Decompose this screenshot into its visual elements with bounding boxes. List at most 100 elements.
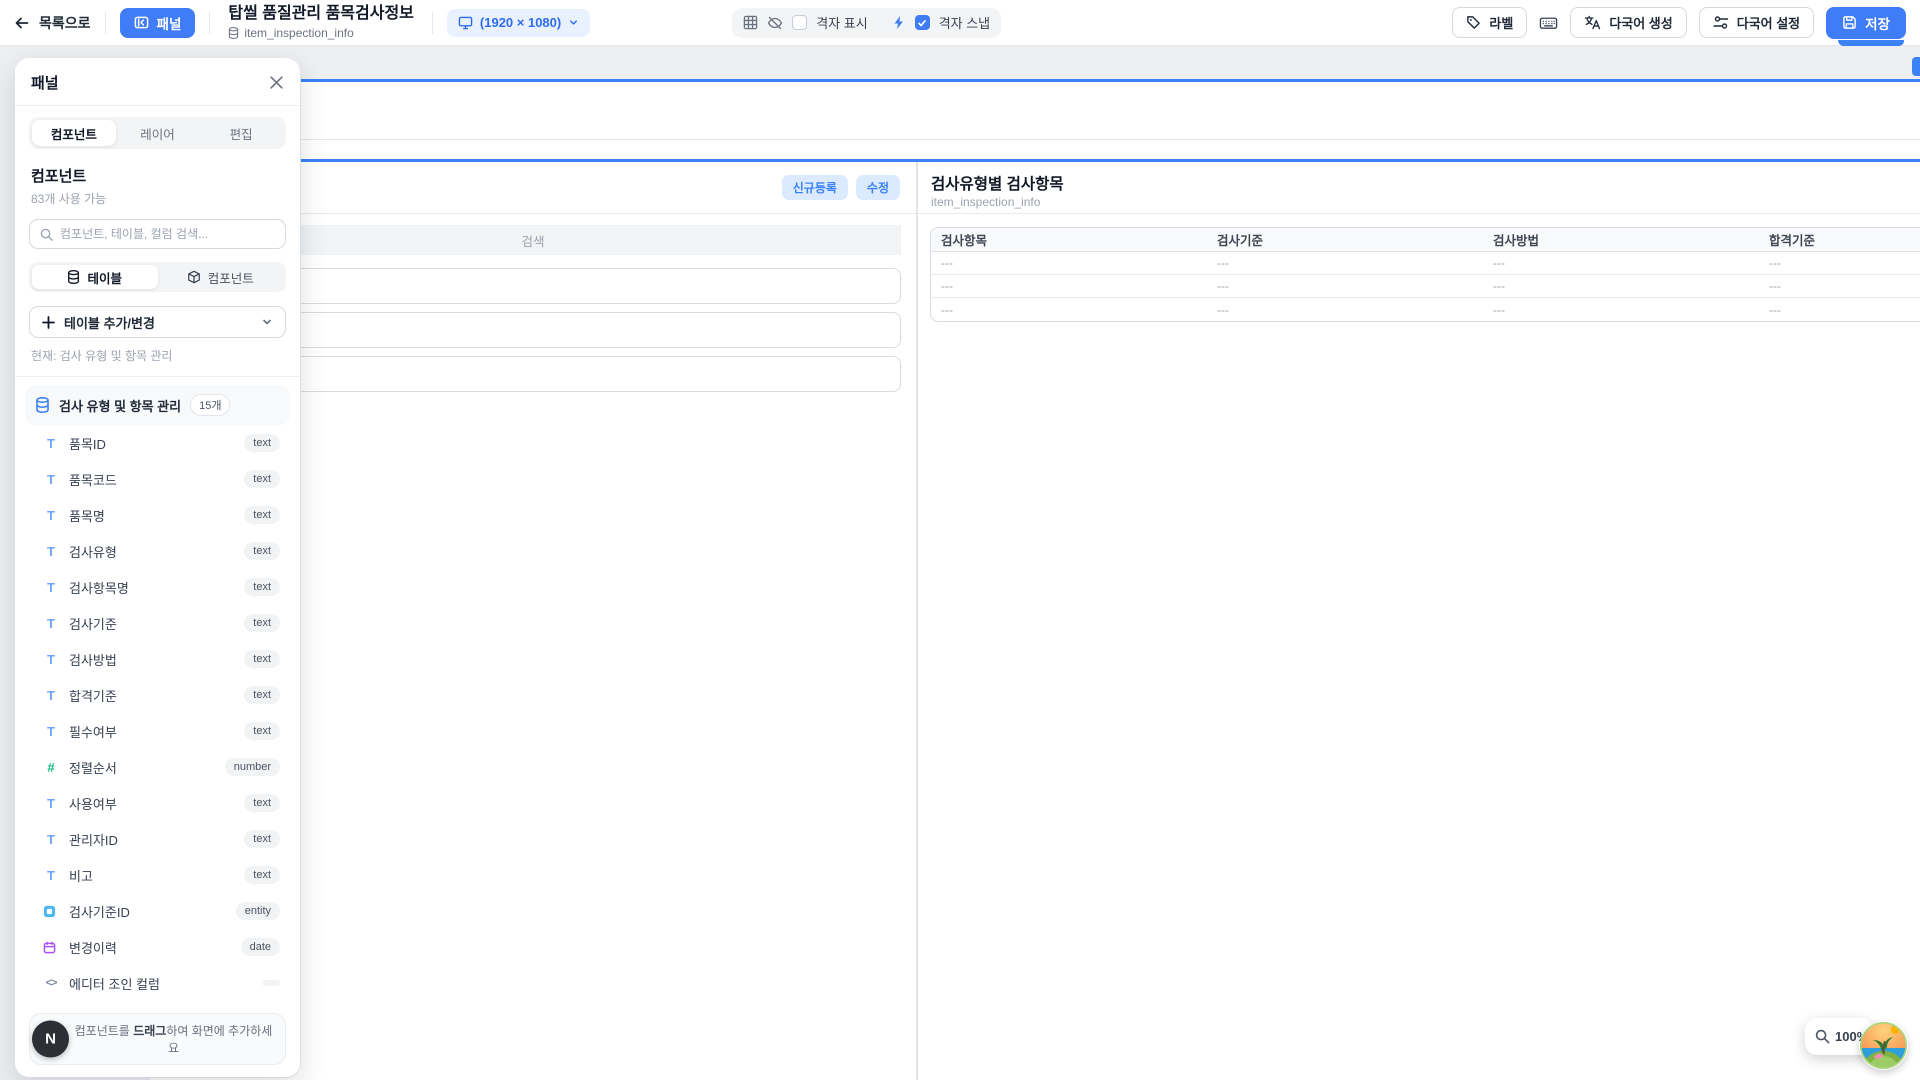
- grid-controls: 격자 표시 격자 스냅: [732, 8, 1001, 38]
- table-row: --- --- --- ---: [931, 275, 1920, 298]
- tab-layers[interactable]: 레이어: [116, 120, 200, 146]
- text-type-icon: T: [43, 580, 59, 595]
- text-type-icon: T: [43, 616, 59, 631]
- components-count: 83개 사용 가능: [31, 190, 284, 207]
- keyboard-shortcuts-button[interactable]: [1539, 15, 1558, 31]
- screen-spacer-band[interactable]: [150, 140, 1920, 159]
- divider: [432, 12, 433, 34]
- text-type-icon: T: [43, 688, 59, 703]
- text-type-icon: T: [43, 652, 59, 667]
- text-type-icon: T: [43, 724, 59, 739]
- eye-off-icon: [767, 15, 783, 31]
- search-input[interactable]: [60, 227, 275, 241]
- i18n-generate-button[interactable]: 다국어 생성: [1570, 7, 1686, 38]
- component-panel: 패널 컴포넌트 레이어 편집 컴포넌트 83개 사용 가능 테이블 컴포넌트: [15, 58, 300, 1077]
- keyboard-icon: [1539, 15, 1558, 31]
- column-item[interactable]: T비고text: [25, 857, 290, 893]
- i18n-settings-button[interactable]: 다국어 설정: [1699, 7, 1814, 38]
- join-type-icon: <>: [43, 977, 59, 989]
- designed-screen[interactable]: 신규등록 수정 검색 검사유형별 검사항목 item_inspection_in…: [150, 79, 1920, 1080]
- selection-handle-right[interactable]: [1912, 57, 1920, 76]
- panel-title: 패널: [31, 72, 59, 93]
- chevron-down-icon: [261, 316, 273, 328]
- text-type-icon: T: [43, 436, 59, 451]
- toolbar: 목록으로 패널 탑씰 품질관리 품목검사정보 item_inspection_i…: [0, 0, 1920, 46]
- detail-section[interactable]: 검사유형별 검사항목 item_inspection_info 검사항목 검사기…: [918, 162, 1920, 1080]
- close-icon[interactable]: [269, 75, 284, 90]
- text-type-icon: T: [43, 472, 59, 487]
- grid-show-checkbox[interactable]: [792, 15, 807, 30]
- chevron-down-icon: [568, 17, 579, 28]
- type-badge: text: [244, 434, 280, 452]
- screen-header-band[interactable]: [150, 82, 1920, 140]
- grid-snap-checkbox[interactable]: [915, 15, 930, 30]
- segment-table[interactable]: 테이블: [32, 265, 158, 289]
- grid-show-label[interactable]: 격자 표시: [816, 13, 867, 32]
- island-logo[interactable]: [1859, 1021, 1908, 1070]
- column-item[interactable]: T검사항목명text: [25, 569, 290, 605]
- column-item[interactable]: T합격기준text: [25, 677, 290, 713]
- text-type-icon: T: [43, 544, 59, 559]
- tab-edit[interactable]: 편집: [199, 120, 283, 146]
- column-item[interactable]: T품목명text: [25, 497, 290, 533]
- back-to-list-button[interactable]: 목록으로: [14, 13, 91, 33]
- type-badge: text: [244, 578, 280, 596]
- type-badge: [262, 980, 280, 986]
- column-item[interactable]: <>에디터 조인 컬럼: [25, 965, 290, 1001]
- column-item[interactable]: T필수여부text: [25, 713, 290, 749]
- table-item[interactable]: 검사 유형 및 항목 관리 15개: [25, 385, 290, 425]
- divider: [105, 12, 106, 34]
- grid-icon: [743, 15, 758, 30]
- arrow-left-icon: [14, 15, 30, 31]
- save-button[interactable]: 저장: [1826, 7, 1906, 39]
- panel-toggle-button[interactable]: 패널: [120, 8, 196, 38]
- detail-section-subtitle: item_inspection_info: [931, 195, 1040, 209]
- column-item[interactable]: 검사기준IDentity: [25, 893, 290, 929]
- database-icon: [35, 397, 50, 413]
- column-item[interactable]: T사용여부text: [25, 785, 290, 821]
- detail-section-title: 검사유형별 검사항목: [931, 172, 1064, 194]
- add-table-button[interactable]: 테이블 추가/변경: [29, 306, 286, 338]
- columns-list: 검사 유형 및 항목 관리 15개 T품목IDtext T품목코드text T품…: [15, 377, 300, 1005]
- column-item[interactable]: T검사방법text: [25, 641, 290, 677]
- selection-handle-top[interactable]: [1838, 40, 1904, 46]
- text-type-icon: T: [43, 832, 59, 847]
- column-item[interactable]: T품목코드text: [25, 461, 290, 497]
- edit-badge[interactable]: 수정: [856, 175, 900, 200]
- divider: [15, 105, 300, 106]
- type-badge: text: [244, 614, 280, 632]
- translate-icon: [1584, 15, 1601, 30]
- search-box: [29, 219, 286, 249]
- database-icon: [228, 27, 239, 39]
- type-badge: text: [244, 506, 280, 524]
- screen-size-dropdown[interactable]: (1920 × 1080): [447, 9, 590, 37]
- column-header: 검사기준: [1207, 228, 1483, 251]
- search-icon: [40, 228, 53, 241]
- grid-snap-label[interactable]: 격자 스냅: [939, 13, 990, 32]
- number-type-icon: #: [43, 760, 59, 775]
- components-section-title: 컴포넌트: [31, 165, 284, 186]
- column-item[interactable]: T검사기준text: [25, 605, 290, 641]
- new-register-badge[interactable]: 신규등록: [782, 175, 848, 200]
- magnifier-icon: [1815, 1029, 1830, 1044]
- table-name: 검사 유형 및 항목 관리: [59, 396, 181, 415]
- column-item[interactable]: T관리자IDtext: [25, 821, 290, 857]
- segment-component[interactable]: 컴포넌트: [158, 265, 284, 289]
- type-badge: date: [241, 938, 280, 956]
- text-type-icon: T: [43, 508, 59, 523]
- column-item[interactable]: 변경이력date: [25, 929, 290, 965]
- type-badge: text: [244, 686, 280, 704]
- type-badge: text: [244, 470, 280, 488]
- column-item[interactable]: T검사유형text: [25, 533, 290, 569]
- table-row: --- --- --- ---: [931, 252, 1920, 275]
- column-item[interactable]: #정렬순서number: [25, 749, 290, 785]
- type-badge: text: [244, 866, 280, 884]
- label-button[interactable]: 라벨: [1452, 7, 1527, 38]
- app-logo: N: [32, 1021, 69, 1058]
- detail-table[interactable]: 검사항목 검사기준 검사방법 합격기준 --- --- --- --- --- …: [930, 227, 1920, 322]
- table-row: --- --- --- ---: [931, 298, 1920, 321]
- current-table-label: 현재: 검사 유형 및 항목 관리: [31, 347, 284, 364]
- tab-components[interactable]: 컴포넌트: [32, 120, 116, 146]
- package-icon: [187, 270, 201, 284]
- column-item[interactable]: T품목IDtext: [25, 425, 290, 461]
